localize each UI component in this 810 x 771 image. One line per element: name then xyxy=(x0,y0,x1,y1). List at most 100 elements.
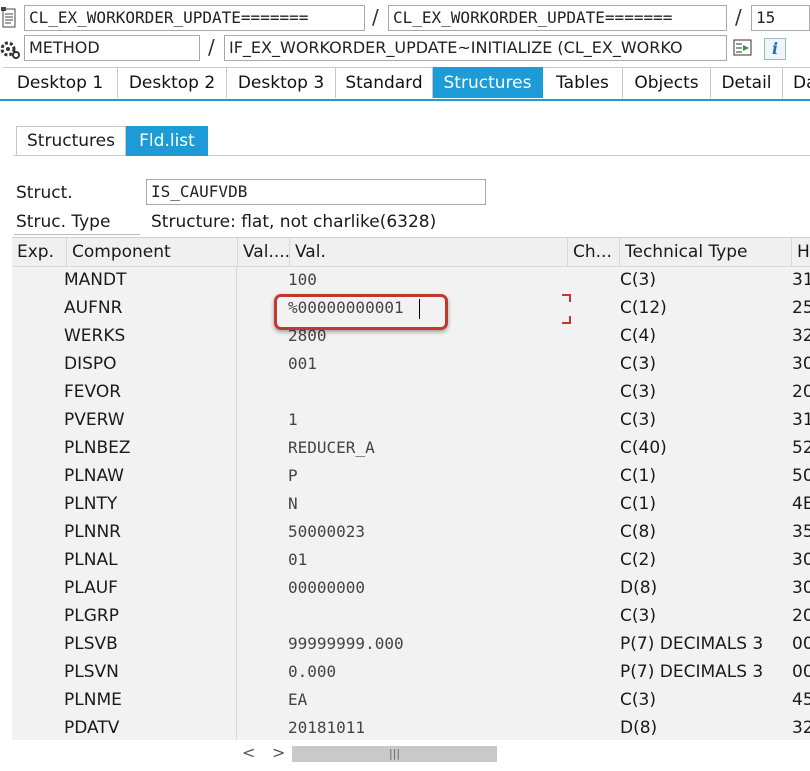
technical-type-cell: C(3) xyxy=(620,270,656,290)
technical-type-cell: D(8) xyxy=(620,718,658,738)
value-cell[interactable]: 20181011 xyxy=(288,714,566,741)
hex-cell: 45 xyxy=(792,690,810,710)
hex-cell: 32 xyxy=(792,718,810,738)
technical-type-cell: P(7) DECIMALS 3 xyxy=(620,634,764,654)
technical-type-cell: C(3) xyxy=(620,382,656,402)
tab-desktop-1[interactable]: Desktop 1 xyxy=(3,67,118,98)
tab-standard[interactable]: Standard xyxy=(336,67,433,98)
grid-header: Exp. Component Val.... Val. Ch... Techni… xyxy=(12,238,810,267)
technical-type-cell: C(4) xyxy=(620,326,656,346)
tab-desktop-3[interactable]: Desktop 3 xyxy=(227,67,336,98)
table-row[interactable]: FEVOR C(3) 20 xyxy=(12,378,810,406)
technical-type-cell: C(3) xyxy=(620,606,656,626)
technical-type-cell: C(40) xyxy=(620,438,667,458)
table-row[interactable]: MANDT 100 C(3) 31 xyxy=(12,266,810,294)
table-row[interactable]: PLSVN 0.000 P(7) DECIMALS 3 00 xyxy=(12,658,810,686)
hex-cell: 4E xyxy=(792,494,810,514)
include-field[interactable]: CL_EX_WORKORDER_UPDATE======= xyxy=(388,5,727,31)
path-separator-2: / xyxy=(735,5,742,29)
header-val[interactable]: Val. xyxy=(290,238,568,266)
hex-cell: 32 xyxy=(792,326,810,346)
value-cell[interactable]: N xyxy=(288,490,566,518)
header-component[interactable]: Component xyxy=(67,238,238,266)
value-cell[interactable] xyxy=(288,602,566,630)
technical-type-cell: C(3) xyxy=(620,354,656,374)
subtab-structures[interactable]: Structures xyxy=(16,126,126,156)
tab-tables[interactable]: Tables xyxy=(543,67,623,98)
tab-desktop-2[interactable]: Desktop 2 xyxy=(118,67,227,98)
table-row[interactable]: PLNAL 01 C(2) 30 xyxy=(12,546,810,574)
component-cell: AUFNR xyxy=(64,298,123,318)
scroll-right-arrow[interactable]: > xyxy=(272,743,285,762)
value-cell[interactable]: P xyxy=(288,462,566,490)
method-field[interactable]: IF_EX_WORKORDER_UPDATE~INITIALIZE (CL_EX… xyxy=(224,35,727,61)
hex-cell: 31 xyxy=(792,270,810,290)
scroll-left-arrow[interactable]: < xyxy=(242,743,255,762)
technical-type-cell: C(3) xyxy=(620,410,656,430)
table-row[interactable]: PLNTY N C(1) 4E xyxy=(12,490,810,518)
program-field[interactable]: CL_EX_WORKORDER_UPDATE======= xyxy=(24,5,365,31)
table-row[interactable]: PLAUF 00000000 D(8) 30 xyxy=(12,574,810,602)
value-cell[interactable]: EA xyxy=(288,686,566,714)
component-cell: PLNBEZ xyxy=(64,438,131,458)
table-row[interactable]: PLGRP C(3) 20 xyxy=(12,602,810,630)
subtab-field-list[interactable]: Fld.list xyxy=(126,126,208,156)
table-row[interactable]: PDATV 20181011 D(8) 32 xyxy=(12,714,810,741)
table-row[interactable]: PLNAW P C(1) 50 xyxy=(12,462,810,490)
gear-icon[interactable] xyxy=(0,38,20,60)
path-separator: / xyxy=(372,5,379,29)
tab-objects[interactable]: Objects xyxy=(623,67,711,98)
table-row[interactable]: PLNNR 50000023 C(8) 35 xyxy=(12,518,810,546)
field-list-grid: Exp. Component Val.... Val. Ch... Techni… xyxy=(12,237,810,741)
technical-type-cell: C(2) xyxy=(620,550,656,570)
technical-type-cell: C(1) xyxy=(620,466,656,486)
table-row[interactable]: PLNME EA C(3) 45 xyxy=(12,686,810,714)
component-cell: MANDT xyxy=(64,270,127,290)
header-changed[interactable]: Ch... xyxy=(568,238,620,266)
header-technical-type[interactable]: Technical Type xyxy=(620,238,792,266)
scroll-thumb[interactable]: ||| xyxy=(292,746,497,762)
technical-type-cell: C(8) xyxy=(620,522,656,542)
component-cell: FEVOR xyxy=(64,382,122,402)
display-object-icon[interactable] xyxy=(732,37,754,59)
tab-structures[interactable]: Structures xyxy=(433,67,543,98)
component-cell: PLSVN xyxy=(64,662,119,682)
value-cell[interactable]: REDUCER_A xyxy=(288,434,566,462)
hex-cell: 30 xyxy=(792,354,810,374)
component-cell: PLNAW xyxy=(64,466,124,486)
header-hex[interactable]: He xyxy=(792,238,810,266)
technical-type-cell: C(12) xyxy=(620,298,667,318)
component-cell: PLSVB xyxy=(64,634,118,654)
header-val-short[interactable]: Val.... xyxy=(238,238,290,266)
value-cell[interactable]: 01 xyxy=(288,546,566,574)
value-cell[interactable]: 100 xyxy=(288,266,566,294)
value-cell[interactable]: 99999999.000 xyxy=(288,630,566,658)
component-cell: PLNTY xyxy=(64,494,118,514)
component-cell: PLNAL xyxy=(64,550,118,570)
value-cell[interactable]: 1 xyxy=(288,406,566,434)
component-cell: PVERW xyxy=(64,410,125,430)
hex-cell: 50 xyxy=(792,466,810,486)
table-row[interactable]: PLNBEZ REDUCER_A C(40) 52 xyxy=(12,434,810,462)
value-cell[interactable]: 00000000 xyxy=(288,574,566,602)
hex-cell: 52 xyxy=(792,438,810,458)
table-row[interactable]: PLSVB 99999999.000 P(7) DECIMALS 3 00 xyxy=(12,630,810,658)
table-row[interactable]: PVERW 1 C(3) 31 xyxy=(12,406,810,434)
value-cell[interactable]: 0.000 xyxy=(288,658,566,686)
horizontal-scrollbar[interactable]: < > ||| xyxy=(12,740,810,768)
table-row[interactable]: DISPO 001 C(3) 30 xyxy=(12,350,810,378)
event-type-field[interactable]: METHOD xyxy=(24,35,200,61)
tab-detail[interactable]: Detail xyxy=(711,67,783,98)
selection-corner-top xyxy=(562,294,571,302)
tab-data[interactable]: Da xyxy=(783,67,810,98)
value-cell[interactable]: 001 xyxy=(288,350,566,378)
line-number-field[interactable]: 15 xyxy=(751,5,810,31)
value-cell[interactable] xyxy=(288,378,566,406)
header-exp[interactable]: Exp. xyxy=(12,238,67,266)
component-cell: PDATV xyxy=(64,718,120,738)
info-icon[interactable]: i xyxy=(764,38,786,60)
value-cell[interactable]: 50000023 xyxy=(288,518,566,546)
source-icon[interactable] xyxy=(0,7,18,29)
struct-input[interactable]: IS_CAUFVDB xyxy=(146,179,486,205)
selection-corner-bottom xyxy=(562,316,571,324)
